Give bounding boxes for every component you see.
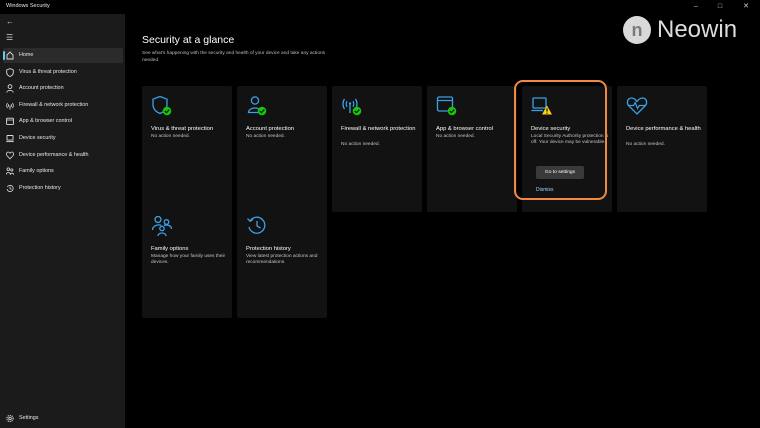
wifi-check-icon [341, 95, 363, 117]
shield-icon [6, 68, 14, 77]
sidebar-item-label: App & browser control [19, 118, 73, 124]
sidebar-item-label: Protection history [19, 185, 61, 191]
family-icon [6, 167, 14, 176]
sidebar-item-label: Virus & threat protection [19, 69, 77, 75]
firewall-network-card[interactable]: Firewall & network protection No action … [332, 86, 422, 212]
main-content: Security at a glance See what's happenin… [125, 14, 760, 428]
neowin-text: Neowin [657, 16, 738, 43]
card-status: No action needed. [436, 134, 475, 139]
device-security-highlight [514, 80, 607, 200]
sidebar-item-firewall[interactable]: Firewall & network protection [3, 98, 123, 113]
app-window-check-icon [436, 95, 458, 117]
history-icon [6, 184, 14, 193]
close-button[interactable]: ✕ [736, 1, 756, 13]
sidebar-item-label: Settings [19, 415, 39, 421]
app-title: Windows Security [6, 3, 50, 9]
card-title: Protection history [246, 246, 291, 252]
device-performance-card[interactable]: Device performance & health No action ne… [617, 86, 707, 212]
card-status: No action needed. [246, 134, 285, 139]
gear-icon [6, 414, 14, 423]
card-status: View latest protection actions and recom… [246, 254, 318, 265]
card-title: Device performance & health [626, 126, 701, 132]
sidebar-item-family[interactable]: Family options [3, 164, 123, 179]
sidebar-item-label: Family options [19, 168, 54, 174]
card-title: App & browser control [436, 126, 494, 132]
menu-icon[interactable]: ☰ [6, 34, 13, 42]
family-options-card[interactable]: Family options Manage how your family us… [142, 206, 232, 318]
sidebar-item-app-browser[interactable]: App & browser control [3, 114, 123, 129]
card-status: Manage how your family uses their device… [151, 254, 226, 265]
maximize-button[interactable]: □ [710, 1, 730, 13]
laptop-icon [6, 134, 14, 143]
protection-history-card[interactable]: Protection history View latest protectio… [237, 206, 327, 318]
history-icon [246, 215, 268, 237]
page-subtitle: See what's happening with the security a… [142, 51, 326, 63]
sidebar-item-label: Device performance & health [19, 152, 89, 158]
sidebar-item-settings[interactable]: Settings [3, 411, 123, 426]
back-icon[interactable]: ← [6, 18, 14, 26]
card-title: Firewall & network protection [341, 126, 416, 132]
card-status: No action needed. [341, 142, 380, 147]
neowin-logo-icon: n [623, 16, 651, 44]
account-protection-card[interactable]: Account protection No action needed. [237, 86, 327, 212]
minimize-button[interactable]: – [686, 1, 706, 13]
app-browser-card[interactable]: App & browser control No action needed. [427, 86, 517, 212]
sidebar: ← ☰ Home Virus & threat protection Accou… [0, 14, 125, 428]
sidebar-item-label: Firewall & network protection [19, 102, 89, 108]
sidebar-item-label: Account protection [19, 85, 64, 91]
sidebar-item-label: Home [19, 52, 34, 58]
person-check-icon [246, 95, 268, 117]
sidebar-item-device-performance[interactable]: Device performance & health [3, 148, 123, 163]
shield-check-icon [151, 95, 173, 117]
sidebar-item-home[interactable]: Home [3, 48, 123, 63]
card-status: No action needed. [151, 134, 190, 139]
card-title: Account protection [246, 126, 295, 132]
virus-threat-card[interactable]: Virus & threat protection No action need… [142, 86, 232, 212]
sidebar-item-account[interactable]: Account protection [3, 81, 123, 96]
person-icon [6, 84, 14, 93]
family-icon [151, 215, 173, 237]
home-icon [6, 51, 14, 60]
sidebar-item-device-security[interactable]: Device security [3, 131, 123, 146]
card-status: No action needed. [626, 142, 665, 147]
title-bar: Windows Security – □ ✕ [0, 0, 760, 14]
heart-pulse-icon [6, 151, 14, 160]
card-title: Family options [151, 246, 189, 252]
sidebar-item-protection-history[interactable]: Protection history [3, 181, 123, 196]
sidebar-item-label: Device security [19, 135, 56, 141]
wifi-signal-icon [6, 101, 14, 110]
heart-pulse-icon [626, 95, 648, 117]
card-title: Virus & threat protection [151, 126, 214, 132]
sidebar-item-virus-threat[interactable]: Virus & threat protection [3, 65, 123, 80]
app-window-icon [6, 117, 14, 126]
page-title: Security at a glance [142, 34, 235, 46]
